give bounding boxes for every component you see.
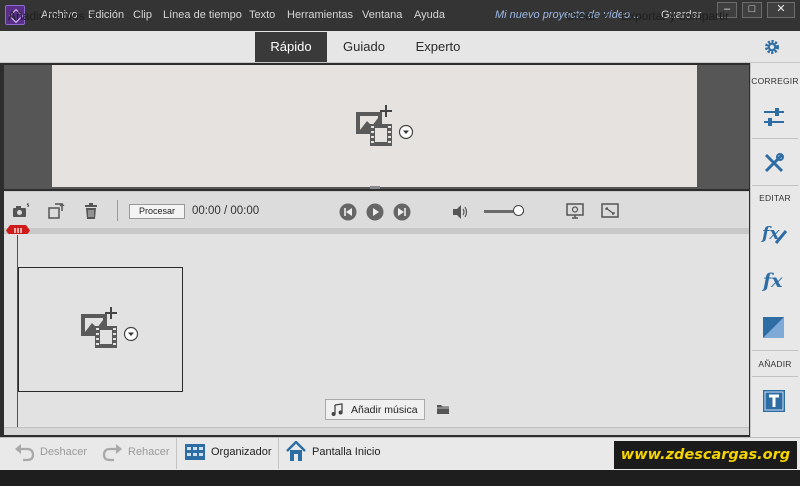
tab-rapido[interactable]: Rápido — [255, 32, 327, 62]
gear-icon[interactable] — [763, 38, 781, 56]
transition-icon[interactable] — [760, 314, 788, 340]
tab-experto[interactable]: Experto — [403, 32, 473, 62]
undo-button[interactable]: Deshacer — [40, 446, 87, 458]
trash-icon[interactable] — [82, 202, 100, 220]
title-icon[interactable] — [760, 388, 788, 414]
folder-icon[interactable] — [436, 403, 450, 415]
redo-icon[interactable] — [102, 442, 124, 462]
bottom-divider — [278, 438, 279, 469]
skip-forward-icon[interactable] — [393, 203, 411, 221]
menu-herramientas[interactable]: Herramientas — [287, 9, 353, 21]
add-section-label: AÑADIR — [758, 359, 792, 369]
skip-back-icon[interactable] — [339, 203, 357, 221]
close-button[interactable]: ✕ — [767, 2, 795, 18]
export-share-menu[interactable]: Exportar y compartir — [621, 9, 729, 23]
chevron-down-icon — [600, 14, 609, 20]
adjust-icon[interactable] — [760, 104, 788, 130]
add-media-menu[interactable]: Añadir medios — [8, 9, 97, 23]
menu-ayuda[interactable]: Ayuda — [414, 9, 445, 21]
menu-ventana[interactable]: Ventana — [362, 9, 402, 21]
organizer-icon[interactable] — [184, 443, 206, 461]
undo-icon[interactable] — [13, 442, 35, 462]
home-icon[interactable] — [286, 441, 306, 462]
watermark-banner: www.zdescargas.org — [614, 441, 797, 469]
camera-icon[interactable] — [12, 202, 30, 220]
panel-divider — [752, 376, 798, 377]
play-icon[interactable] — [366, 203, 384, 221]
render-button[interactable]: Procesar — [129, 204, 185, 219]
timecode-display: 00:00 / 00:00 — [192, 205, 260, 217]
panel-divider — [752, 138, 798, 139]
bottom-divider — [176, 438, 177, 469]
volume-icon[interactable] — [451, 203, 469, 221]
edit-section-label: EDITAR — [759, 193, 791, 203]
menu-linea-de-tiempo[interactable]: Línea de tiempo — [163, 9, 242, 21]
create-menu[interactable]: Crear — [566, 9, 609, 23]
create-label: Crear — [566, 9, 597, 23]
fit-to-view-icon[interactable] — [566, 202, 584, 220]
add-music-label: Añadir música — [351, 404, 418, 416]
status-strip — [0, 470, 800, 486]
maximize-button[interactable]: □ — [742, 2, 762, 18]
menu-clip[interactable]: Clip — [133, 9, 152, 21]
svg-text:fx: fx — [761, 270, 783, 292]
correct-section-label: CORREGIR — [751, 76, 799, 86]
fx-edit-icon[interactable]: fx — [760, 220, 788, 246]
panel-resize-handle[interactable] — [370, 186, 380, 189]
crop-icon[interactable] — [47, 202, 65, 220]
tools-icon[interactable] — [760, 150, 788, 176]
add-media-label: Añadir medios — [8, 9, 85, 23]
tab-guiado[interactable]: Guiado — [331, 32, 397, 62]
fullscreen-icon[interactable] — [601, 202, 619, 220]
menu-texto[interactable]: Texto — [249, 9, 275, 21]
fx-icon[interactable]: fx — [760, 267, 788, 293]
volume-slider-knob[interactable] — [513, 205, 524, 216]
add-media-placeholder-icon[interactable] — [79, 306, 141, 354]
horizontal-scrollbar[interactable] — [4, 427, 749, 435]
toolbar-divider — [117, 200, 118, 221]
organizer-button[interactable]: Organizador — [211, 446, 272, 458]
panel-divider — [752, 350, 798, 351]
music-icon — [331, 403, 343, 416]
mode-bar — [0, 31, 800, 63]
add-media-placeholder-icon[interactable] — [354, 104, 416, 152]
panel-divider — [752, 185, 798, 186]
redo-button[interactable]: Rehacer — [128, 446, 170, 458]
home-screen-button[interactable]: Pantalla Inicio — [312, 446, 381, 458]
chevron-down-icon — [88, 14, 97, 20]
